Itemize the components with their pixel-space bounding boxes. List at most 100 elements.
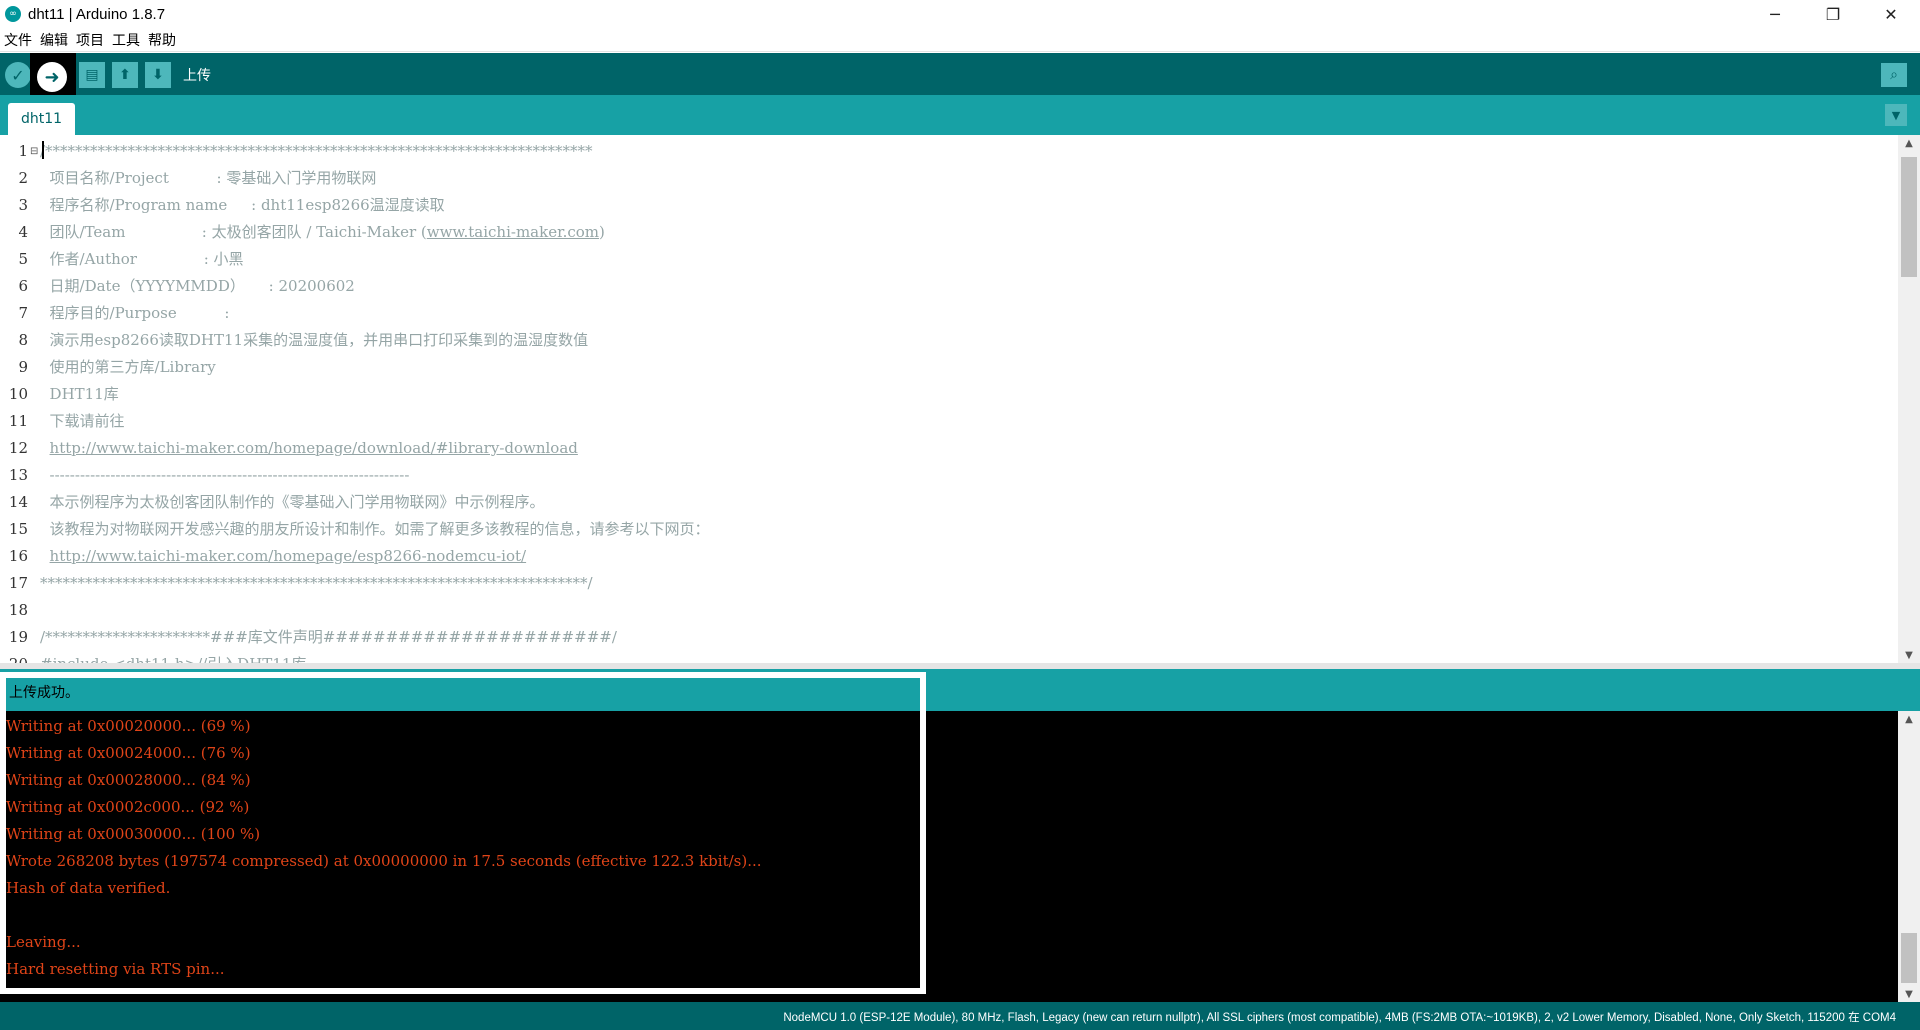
console-output[interactable]: ▲ ▼ Writing at 0x00020000... (69 %) Writi… (0, 711, 1920, 1002)
code-text: DHT11库 (40, 385, 119, 403)
message-bar: 上传成功。 (0, 669, 1920, 711)
code-link[interactable]: http://www.taichi-maker.com/homepage/dow… (50, 439, 578, 457)
line-number: 18 (8, 601, 28, 619)
arrow-down-icon: ⬇ (152, 67, 164, 83)
line-number: 20 (0, 651, 28, 663)
code-line: 作者/Author : 小黑 (40, 246, 1898, 273)
scroll-up-icon[interactable]: ▲ (1898, 135, 1920, 151)
code-text: /**********************###库文件声明#########… (40, 628, 617, 646)
code-line: 日期/Date（YYYYMMDD） : 20200602 (40, 273, 1898, 300)
code-text: 日期/Date（YYYYMMDD） : 20200602 (40, 277, 355, 295)
maximize-button[interactable]: ❐ (1804, 0, 1862, 28)
code-line: /**********************###库文件声明#########… (40, 624, 1898, 651)
code-line: ----------------------------------------… (40, 462, 1898, 489)
status-bar: NodeMCU 1.0 (ESP-12E Module), 80 MHz, Fl… (0, 1002, 1920, 1030)
code-text: 程序目的/Purpose : (40, 304, 230, 322)
verify-button[interactable]: ✓ (5, 62, 31, 88)
code-line: 本示例程序为太极创客团队制作的《零基础入门学用物联网》中示例程序。 (40, 489, 1898, 516)
save-button[interactable]: ⬇ (145, 62, 171, 88)
code-line: http://www.taichi-maker.com/homepage/esp… (40, 543, 1898, 570)
code-area[interactable]: /***************************************… (40, 135, 1898, 663)
code-text: 程序名称/Program name : dht11esp8266温湿度读取 (40, 196, 445, 214)
line-number: 1 (18, 142, 28, 160)
code-text: #include <dht11.h>//引入DHT11库 (40, 655, 306, 663)
console-scroll-thumb[interactable] (1901, 933, 1917, 983)
console-scroll-up-icon[interactable]: ▲ (1898, 711, 1920, 727)
code-line: ****************************************… (40, 570, 1898, 597)
check-icon: ✓ (11, 65, 25, 85)
toolbar-hover-label: 上传 (183, 68, 211, 84)
text-cursor (42, 141, 44, 159)
code-line: DHT11库 (40, 381, 1898, 408)
menu-tools[interactable]: 工具 (108, 30, 144, 50)
window-title: dht11 | Arduino 1.8.7 (28, 5, 166, 23)
line-number: 3 (18, 196, 28, 214)
line-number: 4 (18, 223, 28, 241)
line-number: 14 (8, 493, 28, 511)
code-text: 团队/Team : 太极创客团队 / Taichi-Maker ( (40, 223, 427, 241)
code-link[interactable]: www.taichi-maker.com (427, 223, 599, 241)
menu-edit[interactable]: 编辑 (36, 30, 72, 50)
board-info: NodeMCU 1.0 (ESP-12E Module), 80 MHz, Fl… (783, 1012, 1896, 1024)
editor-scrollbar[interactable]: ▲ ▼ (1898, 135, 1920, 663)
code-line: 该教程为对物联网开发感兴趣的朋友所设计和制作。如需了解更多该教程的信息，请参考以… (40, 516, 1898, 543)
console-line: Hash of data verified. (6, 879, 171, 897)
line-number-gutter: 1⊟2 3 4 5 6 7 8 9 10 11 12 13 14 15 16 17 18 19 20 (0, 135, 40, 663)
new-button[interactable]: ▤ (79, 62, 105, 88)
console-line: Writing at 0x00030000... (100 %) (6, 825, 261, 843)
title-bar: ∞ dht11 | Arduino 1.8.7 ─ ❐ ✕ (0, 0, 1920, 28)
tab-menu-button[interactable]: ▼ (1885, 104, 1907, 126)
editor-scroll-thumb[interactable] (1901, 157, 1917, 277)
arduino-ide-window: ∞ dht11 | Arduino 1.8.7 ─ ❐ ✕ 文件 编辑 项目 工… (0, 0, 1920, 1030)
line-number: 12 (8, 439, 28, 457)
line-number: 16 (8, 547, 28, 565)
toolbar: ✓ ➜ ▤ ⬆ ⬇ 上传 ⌕ (0, 53, 1920, 97)
menu-sketch[interactable]: 项目 (72, 30, 108, 50)
console-line: Writing at 0x00020000... (69 %) (6, 717, 251, 735)
line-number: 9 (18, 358, 28, 376)
line-number: 2 (18, 169, 28, 187)
code-text: 下载请前往 (40, 412, 125, 430)
menu-help[interactable]: 帮助 (144, 30, 180, 50)
code-editor[interactable]: 1⊟2 3 4 5 6 7 8 9 10 11 12 13 14 15 16 17 18 19 20 /******… (0, 135, 1920, 663)
code-text: 本示例程序为太极创客团队制作的《零基础入门学用物联网》中示例程序。 (40, 493, 545, 511)
code-line: 项目名称/Project : 零基础入门学用物联网 (40, 165, 1898, 192)
fold-toggle-icon[interactable]: ⊟ (30, 138, 40, 165)
line-number: 17 (8, 574, 28, 592)
console-scrollbar[interactable]: ▲ ▼ (1898, 711, 1920, 1002)
tabs-bar: dht11 ▼ (0, 95, 1920, 135)
code-line: http://www.taichi-maker.com/homepage/dow… (40, 435, 1898, 462)
code-text: 使用的第三方库/Library (40, 358, 216, 376)
arduino-icon: ∞ (5, 6, 21, 22)
serial-monitor-button[interactable]: ⌕ (1881, 63, 1907, 87)
code-text: /***************************************… (40, 142, 593, 160)
scroll-down-icon[interactable]: ▼ (1898, 647, 1920, 663)
window-controls: ─ ❐ ✕ (1746, 0, 1920, 28)
close-button[interactable]: ✕ (1862, 0, 1920, 28)
code-line: 下载请前往 (40, 408, 1898, 435)
line-number: 5 (18, 250, 28, 268)
code-text: ****************************************… (40, 574, 593, 592)
minimize-button[interactable]: ─ (1746, 0, 1804, 28)
code-line: 演示用esp8266读取DHT11采集的温湿度值，并用串口打印采集到的温湿度数值 (40, 327, 1898, 354)
status-message: 上传成功。 (9, 685, 79, 701)
tab-dht11[interactable]: dht11 (8, 103, 75, 135)
code-line: 程序目的/Purpose : (40, 300, 1898, 327)
upload-button[interactable]: ➜ (37, 62, 67, 92)
line-number: 15 (8, 520, 28, 538)
line-number: 10 (8, 385, 28, 403)
code-link[interactable]: http://www.taichi-maker.com/homepage/esp… (50, 547, 527, 565)
console-line: Writing at 0x00028000... (84 %) (6, 771, 251, 789)
console-scroll-down-icon[interactable]: ▼ (1898, 986, 1920, 1002)
arrow-up-icon: ⬆ (119, 67, 131, 83)
open-button[interactable]: ⬆ (112, 62, 138, 88)
menu-file[interactable]: 文件 (0, 30, 36, 50)
code-text: ) (599, 223, 605, 241)
code-line: /***************************************… (40, 138, 1898, 165)
code-line: 使用的第三方库/Library (40, 354, 1898, 381)
arrow-right-icon: ➜ (44, 66, 60, 88)
line-number: 13 (8, 466, 28, 484)
